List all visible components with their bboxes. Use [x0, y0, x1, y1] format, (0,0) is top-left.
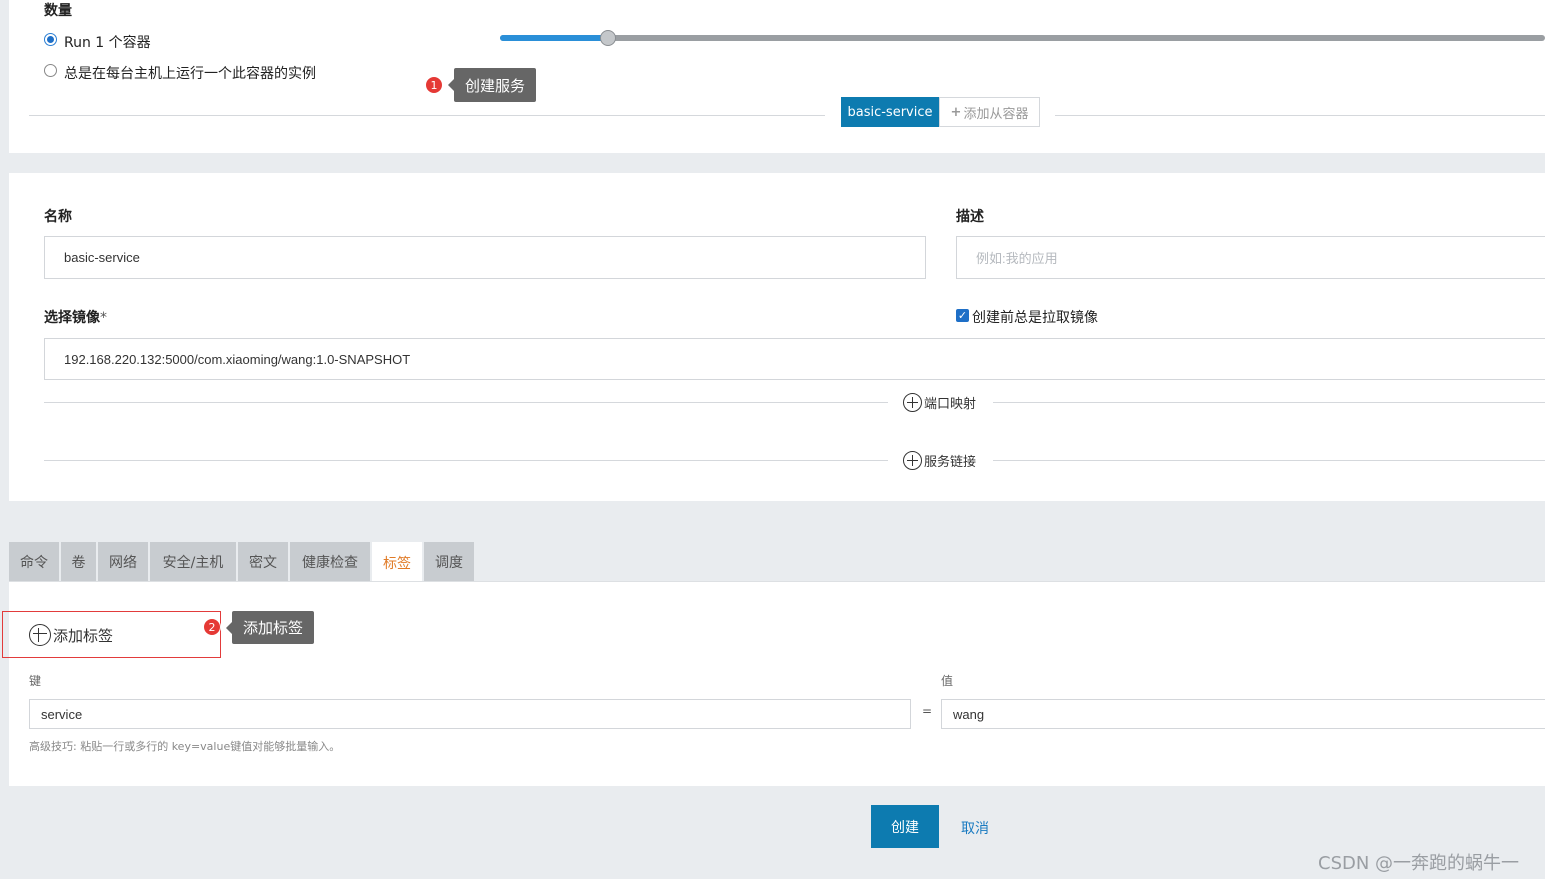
required-mark: *: [100, 310, 107, 326]
scale-slider-track[interactable]: [500, 35, 1545, 41]
tab-labels[interactable]: 标签: [372, 542, 422, 583]
tab-health-check[interactable]: 健康检查: [290, 542, 370, 582]
add-sidekick-button[interactable]: + 添加从容器: [939, 97, 1040, 127]
scale-label: 数量: [44, 3, 72, 19]
links-divider-right: [993, 460, 1545, 461]
radio-global-label: 总是在每台主机上运行一个此容器的实例: [64, 66, 316, 82]
key-column-header: 键: [29, 674, 42, 688]
description-input[interactable]: 例如:我的应用: [956, 236, 1545, 279]
add-circle-icon: [29, 624, 51, 646]
port-mapping-button[interactable]: 端口映射: [903, 393, 976, 412]
container-divider-right: [1055, 115, 1545, 116]
add-circle-icon: [903, 393, 922, 412]
step-badge-1: 1: [425, 76, 443, 94]
plus-icon: +: [950, 104, 962, 120]
cancel-link[interactable]: 取消: [961, 818, 989, 838]
port-mapping-label: 端口映射: [924, 397, 977, 412]
image-label: 选择镜像*: [44, 307, 107, 327]
port-divider-right: [993, 402, 1545, 403]
tab-scheduling[interactable]: 调度: [424, 542, 474, 582]
service-links-label: 服务链接: [924, 455, 977, 470]
add-label-button[interactable]: 添加标签: [29, 624, 113, 646]
tab-secrets[interactable]: 密文: [238, 542, 288, 582]
radio-global[interactable]: [44, 64, 57, 77]
tab-volumes[interactable]: 卷: [61, 542, 96, 582]
label-value-input[interactable]: wang: [941, 699, 1545, 729]
radio-run-n-label: Run 1 个容器: [64, 35, 151, 51]
radio-run-n[interactable]: [44, 33, 57, 46]
value-column-header: 值: [941, 674, 954, 688]
service-links-button[interactable]: 服务链接: [903, 451, 976, 470]
pull-image-label: 创建前总是拉取镜像: [972, 310, 1098, 326]
add-circle-icon: [903, 451, 922, 470]
scale-slider-handle[interactable]: [600, 30, 616, 46]
key-value-separator: =: [922, 704, 933, 718]
container-tab-basic-service[interactable]: basic-service: [841, 97, 939, 127]
create-button[interactable]: 创建: [871, 805, 939, 848]
description-label: 描述: [956, 209, 984, 225]
scale-slider-fill: [500, 35, 608, 41]
step-badge-2: 2: [203, 618, 221, 636]
pull-image-checkbox[interactable]: ✓: [956, 309, 969, 322]
watermark: CSDN @一奔跑的蜗牛一: [1318, 853, 1520, 874]
port-divider-left: [44, 402, 888, 403]
add-sidekick-label: 添加从容器: [963, 106, 1029, 122]
container-divider-left: [29, 115, 825, 116]
tab-network[interactable]: 网络: [98, 542, 148, 582]
label-key-input[interactable]: service: [29, 699, 911, 729]
tab-security-host[interactable]: 安全/主机: [150, 542, 236, 582]
links-divider-left: [44, 460, 888, 461]
name-label: 名称: [44, 209, 72, 225]
add-label-tooltip: 添加标签: [226, 611, 314, 644]
batch-input-hint: 高级技巧: 粘贴一行或多行的 key=value键值对能够批量输入。: [29, 740, 341, 753]
tab-command[interactable]: 命令: [9, 542, 59, 582]
name-input[interactable]: basic-service: [44, 236, 926, 279]
form-panel: [9, 173, 1545, 501]
labels-panel-border: [9, 581, 1545, 582]
image-input[interactable]: 192.168.220.132:5000/com.xiaoming/wang:1…: [44, 338, 1545, 380]
add-label-text: 添加标签: [53, 626, 114, 645]
create-service-tooltip: 创建服务: [448, 68, 536, 102]
image-label-text: 选择镜像: [44, 310, 100, 326]
